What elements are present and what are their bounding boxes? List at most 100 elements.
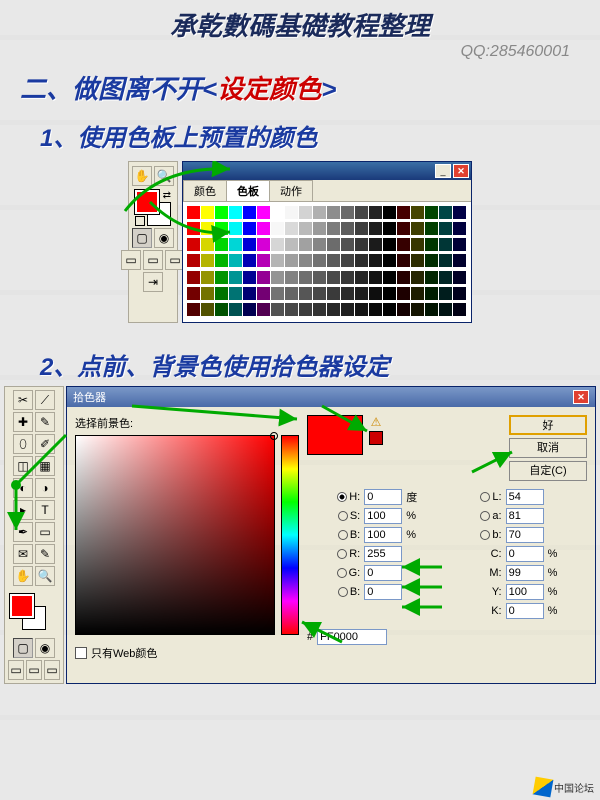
m-input[interactable]	[506, 565, 544, 581]
swatch[interactable]	[341, 222, 354, 235]
swatch[interactable]	[327, 254, 340, 267]
b-input[interactable]	[506, 527, 544, 543]
swatch[interactable]	[271, 222, 284, 235]
swatch[interactable]	[411, 303, 424, 316]
swatch[interactable]	[397, 271, 410, 284]
swatch[interactable]	[383, 303, 396, 316]
swatch[interactable]	[215, 287, 228, 300]
swatch[interactable]	[285, 254, 298, 267]
swatch[interactable]	[257, 271, 270, 284]
radio-g[interactable]	[337, 568, 347, 578]
swatch[interactable]	[397, 206, 410, 219]
swatch[interactable]	[271, 238, 284, 251]
web-only-checkbox[interactable]: 只有Web颜色	[75, 645, 299, 661]
swatch[interactable]	[425, 271, 438, 284]
swatch[interactable]	[411, 222, 424, 235]
swatch[interactable]	[327, 222, 340, 235]
swatch[interactable]	[453, 238, 466, 251]
swatch[interactable]	[383, 287, 396, 300]
radio-b[interactable]	[480, 530, 490, 540]
swatch[interactable]	[341, 287, 354, 300]
swap-icon[interactable]: ⇄	[163, 190, 171, 201]
radio-l[interactable]	[480, 492, 490, 502]
ok-button[interactable]: 好	[509, 415, 587, 435]
mode-standard-icon[interactable]: ▢	[132, 228, 152, 248]
hand-tool-icon[interactable]: ✋	[132, 166, 152, 186]
swatch[interactable]	[215, 254, 228, 267]
eyedropper-tool-icon[interactable]: ✎	[35, 544, 55, 564]
hand-tool-icon[interactable]: ✋	[13, 566, 33, 586]
screen-3-icon[interactable]: ▭	[44, 660, 60, 680]
swatch[interactable]	[285, 303, 298, 316]
swatch[interactable]	[271, 303, 284, 316]
radio-bv[interactable]	[338, 530, 348, 540]
crop-tool-icon[interactable]: ✂	[13, 390, 33, 410]
radio-a[interactable]	[480, 511, 490, 521]
closest-color[interactable]	[369, 431, 383, 445]
hue-slider[interactable]	[281, 435, 299, 635]
swatch[interactable]	[257, 303, 270, 316]
swatch[interactable]	[299, 206, 312, 219]
screen-mode-1-icon[interactable]: ▭	[121, 250, 141, 270]
k-input[interactable]	[506, 603, 544, 619]
bv-input[interactable]	[364, 527, 402, 543]
swatch[interactable]	[187, 238, 200, 251]
swatch[interactable]	[369, 271, 382, 284]
swatch[interactable]	[355, 287, 368, 300]
swatch[interactable]	[201, 254, 214, 267]
swatch[interactable]	[299, 238, 312, 251]
mode-mask-icon[interactable]: ◉	[35, 638, 55, 658]
eraser-tool-icon[interactable]: ◫	[13, 456, 33, 476]
swatch[interactable]	[355, 222, 368, 235]
screen-1-icon[interactable]: ▭	[8, 660, 24, 680]
swatch[interactable]	[229, 287, 242, 300]
swatch[interactable]	[425, 238, 438, 251]
swatch[interactable]	[257, 254, 270, 267]
swatch[interactable]	[229, 303, 242, 316]
swatch[interactable]	[327, 303, 340, 316]
cancel-button[interactable]: 取消	[509, 438, 587, 458]
swatch[interactable]	[453, 303, 466, 316]
swatch[interactable]	[397, 303, 410, 316]
swatch[interactable]	[257, 222, 270, 235]
checkbox-icon[interactable]	[75, 647, 87, 659]
brush-tool-icon[interactable]: ✎	[35, 412, 55, 432]
history-brush-icon[interactable]: ✐	[35, 434, 55, 454]
swatch[interactable]	[341, 238, 354, 251]
swatch[interactable]	[355, 238, 368, 251]
swatch[interactable]	[271, 287, 284, 300]
fg-color[interactable]	[10, 594, 34, 618]
swatch[interactable]	[439, 206, 452, 219]
mode-mask-icon[interactable]: ◉	[154, 228, 174, 248]
swatch[interactable]	[383, 254, 396, 267]
swatch[interactable]	[425, 287, 438, 300]
swatch[interactable]	[201, 303, 214, 316]
g-input[interactable]	[364, 565, 402, 581]
swatch[interactable]	[425, 222, 438, 235]
c-input[interactable]	[506, 546, 544, 562]
minimize-icon[interactable]: _	[435, 164, 451, 178]
swatch[interactable]	[327, 287, 340, 300]
swatch[interactable]	[215, 303, 228, 316]
swatch[interactable]	[411, 271, 424, 284]
swatch[interactable]	[439, 222, 452, 235]
mode-standard-icon[interactable]: ▢	[13, 638, 33, 658]
swatch[interactable]	[453, 287, 466, 300]
gradient-tool-icon[interactable]: ▦	[35, 456, 55, 476]
swatch[interactable]	[229, 206, 242, 219]
swatch[interactable]	[439, 238, 452, 251]
swatch-grid[interactable]	[183, 202, 471, 322]
tab-color[interactable]: 颜色	[183, 180, 227, 201]
color-field[interactable]	[75, 435, 275, 635]
swatch[interactable]	[229, 222, 242, 235]
swatch[interactable]	[453, 271, 466, 284]
swatch[interactable]	[299, 303, 312, 316]
swatch[interactable]	[383, 271, 396, 284]
swatch[interactable]	[229, 271, 242, 284]
swatch[interactable]	[285, 287, 298, 300]
radio-s[interactable]	[338, 511, 348, 521]
heal-tool-icon[interactable]: ✚	[13, 412, 33, 432]
swatch[interactable]	[327, 206, 340, 219]
swatch[interactable]	[299, 271, 312, 284]
swatch[interactable]	[439, 271, 452, 284]
